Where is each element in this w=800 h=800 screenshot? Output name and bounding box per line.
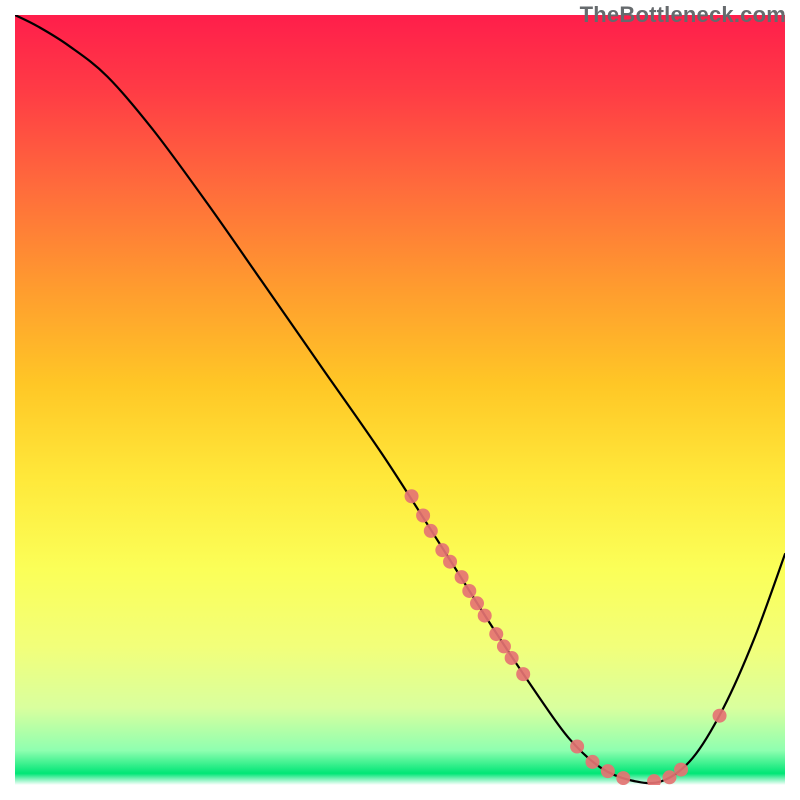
data-point (616, 771, 630, 785)
data-point (586, 755, 600, 769)
data-point (478, 609, 492, 623)
data-point (497, 639, 511, 653)
data-point (516, 667, 530, 681)
data-point (674, 763, 688, 777)
data-point (489, 627, 503, 641)
chart-stage: TheBottleneck.com (0, 0, 800, 800)
data-point (443, 555, 457, 569)
data-point (405, 489, 419, 503)
data-point (713, 709, 727, 723)
data-point (663, 770, 677, 784)
data-point (455, 570, 469, 584)
data-point (505, 651, 519, 665)
chart-background (15, 15, 785, 785)
data-point (424, 524, 438, 538)
data-point (462, 584, 476, 598)
data-point (416, 509, 430, 523)
data-point (570, 740, 584, 754)
data-point (435, 543, 449, 557)
data-point (601, 764, 615, 778)
data-point (470, 596, 484, 610)
bottleneck-chart (15, 15, 785, 785)
watermark-label: TheBottleneck.com (580, 2, 786, 28)
